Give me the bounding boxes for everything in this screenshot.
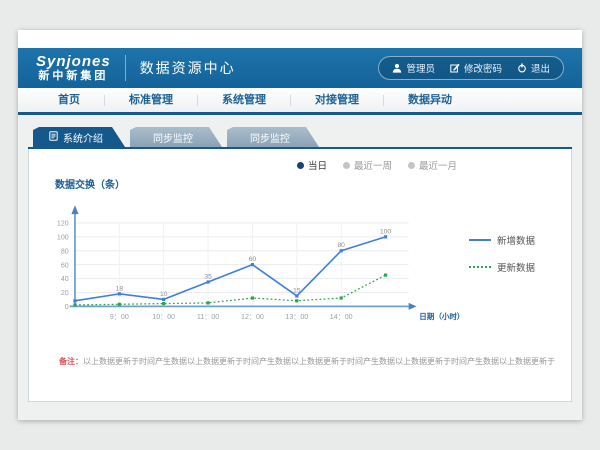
window-top-strip [18, 30, 582, 48]
change-password-button[interactable]: 修改密码 [450, 61, 502, 75]
app-header: Synjones 新中新集团 数据资源中心 管理员 修改密码 [18, 48, 582, 88]
edit-icon [450, 63, 460, 73]
tab-label: 同步监控 [153, 130, 193, 145]
svg-text:40: 40 [61, 275, 69, 283]
footnote-prefix: 备注： [59, 357, 83, 366]
tab-bar: 系统介绍 同步监控 同步监控 [28, 127, 572, 149]
legend-swatch-updated-data [469, 266, 491, 268]
content-area: 系统介绍 同步监控 同步监控 当日 最近一周 [18, 115, 582, 420]
power-icon [517, 63, 527, 73]
chart-panel: 当日 最近一周 最近一月 数据交换（条） 0 20 40 60 80 100 120 9：00… [28, 149, 572, 402]
nav-item-data-change[interactable]: 数据异动 [384, 95, 476, 106]
radio-dot-icon [343, 162, 350, 169]
nav-item-system-mgmt[interactable]: 系统管理 [198, 95, 291, 106]
range-option-last-week[interactable]: 最近一周 [343, 158, 392, 172]
svg-text:100: 100 [57, 234, 69, 242]
chart-legend: 新增数据 更新数据 [469, 191, 557, 326]
app-window: Synjones 新中新集团 数据资源中心 管理员 修改密码 [18, 30, 582, 420]
change-password-label: 修改密码 [464, 61, 502, 75]
legend-item-updated-data[interactable]: 更新数据 [469, 260, 557, 274]
footnote-text: 以上数据更新于时间产生数据以上数据更新于时间产生数据以上数据更新于时间产生数据以… [83, 357, 555, 366]
main-nav: 首页 标准管理 系统管理 对接管理 数据异动 [18, 88, 582, 115]
tab-system-intro[interactable]: 系统介绍 [33, 127, 125, 147]
svg-text:14：00: 14：00 [330, 313, 353, 321]
line-chart-svg: 0 20 40 60 80 100 120 9：00 10：00 11：00 12：00 13：00 1… [43, 191, 469, 326]
range-option-today[interactable]: 当日 [297, 158, 327, 172]
svg-text:80: 80 [61, 247, 69, 255]
logo: Synjones 新中新集团 [36, 54, 111, 82]
svg-text:18: 18 [116, 285, 124, 292]
nav-item-home[interactable]: 首页 [34, 95, 105, 106]
svg-text:0: 0 [65, 303, 69, 311]
svg-text:10：00: 10：00 [152, 313, 175, 321]
tab-sync-monitor-2[interactable]: 同步监控 [227, 127, 319, 147]
tab-sync-monitor-1[interactable]: 同步监控 [130, 127, 222, 147]
svg-text:35: 35 [204, 273, 212, 280]
legend-label: 新增数据 [497, 233, 535, 247]
svg-text:120: 120 [57, 220, 69, 228]
svg-text:10: 10 [160, 291, 168, 298]
logo-brand-text: Synjones [36, 54, 111, 69]
tab-label: 系统介绍 [63, 130, 103, 145]
svg-text:80: 80 [337, 242, 345, 249]
svg-text:60: 60 [249, 256, 257, 263]
radio-dot-icon [297, 162, 304, 169]
range-option-last-month[interactable]: 最近一月 [408, 158, 457, 172]
radio-dot-icon [408, 162, 415, 169]
tab-label: 同步监控 [250, 130, 290, 145]
nav-item-interface-mgmt[interactable]: 对接管理 [291, 95, 384, 106]
legend-swatch-new-data [469, 239, 491, 241]
svg-text:12：00: 12：00 [241, 313, 264, 321]
footnote: 备注：以上数据更新于时间产生数据以上数据更新于时间产生数据以上数据更新于时间产生… [59, 356, 557, 367]
logout-label: 退出 [531, 61, 550, 75]
user-icon [392, 63, 402, 73]
logout-button[interactable]: 退出 [517, 61, 550, 75]
logo-company-text: 新中新集团 [38, 71, 108, 82]
nav-item-standard-mgmt[interactable]: 标准管理 [105, 95, 198, 106]
svg-text:20: 20 [61, 289, 69, 297]
range-label: 最近一周 [354, 158, 392, 172]
svg-text:13：00: 13：00 [285, 313, 308, 321]
svg-text:100: 100 [380, 228, 391, 235]
svg-text:日期（小时）: 日期（小时） [419, 311, 464, 321]
time-range-selector: 当日 最近一周 最近一月 [43, 149, 557, 172]
header-divider [125, 55, 126, 81]
page-title: 数据资源中心 [140, 58, 236, 78]
chart-row: 0 20 40 60 80 100 120 9：00 10：00 11：00 12：00 13：00 1… [43, 191, 557, 326]
chart-plot: 0 20 40 60 80 100 120 9：00 10：00 11：00 12：00 13：00 1… [43, 191, 469, 326]
svg-text:60: 60 [61, 261, 69, 269]
y-axis-title: 数据交换（条） [55, 176, 557, 189]
range-label: 最近一月 [419, 158, 457, 172]
user-menu-button[interactable]: 管理员 [392, 61, 435, 75]
document-icon [49, 131, 58, 144]
legend-item-new-data[interactable]: 新增数据 [469, 233, 557, 247]
svg-text:11：00: 11：00 [197, 313, 219, 321]
user-toolbar: 管理员 修改密码 退出 [378, 56, 564, 80]
user-label: 管理员 [406, 61, 435, 75]
svg-text:15: 15 [293, 287, 301, 294]
legend-label: 更新数据 [497, 260, 535, 274]
svg-text:9：00: 9：00 [110, 313, 129, 321]
range-label: 当日 [308, 158, 327, 172]
